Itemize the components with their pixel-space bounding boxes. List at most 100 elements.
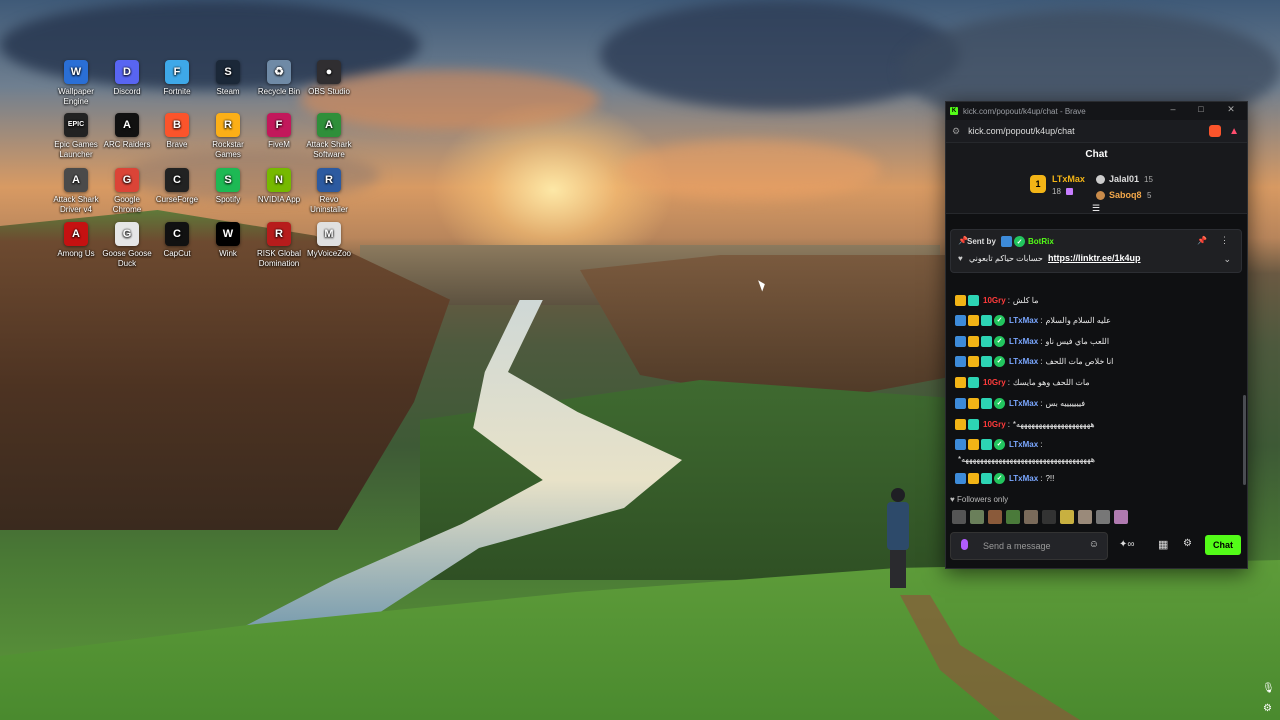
collapse-icon[interactable]: ☰ <box>1092 203 1100 214</box>
desktop-icon-curseforge[interactable]: C CurseForge <box>151 168 203 205</box>
emote-9-icon[interactable] <box>1114 510 1128 524</box>
chat-username[interactable]: LTxMax <box>1009 440 1038 449</box>
emote-6-icon[interactable] <box>1060 510 1074 524</box>
microphone-icon[interactable] <box>961 539 968 550</box>
desktop-icon-google-chrome[interactable]: G Google Chrome <box>101 168 153 215</box>
chat-message[interactable]: ✓ LTxMax: اللعب ماي فيس ناو <box>955 334 1109 348</box>
chat-username[interactable]: LTxMax <box>1009 337 1038 346</box>
desktop-icon-arc-raiders[interactable]: A ARC Raiders <box>101 113 153 150</box>
desktop-icon-obs-studio[interactable]: ● OBS Studio <box>303 60 355 97</box>
chat-message-text: اللعب ماي فيس ناو <box>1045 336 1110 346</box>
chat-message[interactable]: 10Gry: مات اللحف وهو مايسك <box>955 375 1090 389</box>
message-input[interactable]: Send a message <box>983 541 1051 551</box>
desktop-icon-wallpaper-engine[interactable]: W Wallpaper Engine <box>50 60 102 107</box>
chat-username[interactable]: 10Gry <box>983 296 1006 305</box>
verified-badge-icon: ✓ <box>994 314 1005 326</box>
fortnite-icon: F <box>165 60 189 84</box>
expand-chevron-icon[interactable]: ⌄ <box>1223 254 1231 265</box>
desktop-icon-capcut[interactable]: C CapCut <box>151 222 203 259</box>
chat-username[interactable]: LTxMax <box>1009 357 1038 366</box>
rewards-icon[interactable]: ✦∞ <box>1119 539 1135 550</box>
more-options-icon[interactable]: ⋮ <box>1220 235 1229 246</box>
unpin-icon[interactable]: 📌 <box>1197 236 1207 245</box>
emote-8-icon[interactable] <box>1096 510 1110 524</box>
capcut-icon: C <box>165 222 189 246</box>
desktop-icon-fivem[interactable]: F FiveM <box>253 113 305 150</box>
pinned-bot-name[interactable]: BotRix <box>1028 237 1054 246</box>
fivem-icon: F <box>267 113 291 137</box>
leader-third-icon <box>1096 191 1105 200</box>
subscriber-badge-icon <box>981 335 992 347</box>
desktop-icon-brave[interactable]: B Brave <box>151 113 203 150</box>
pinned-text: حسابات حياكم تابعوني <box>969 254 1043 263</box>
discord-icon: D <box>115 60 139 84</box>
emote-4-icon[interactable] <box>1024 510 1038 524</box>
desktop-icon-recycle-bin[interactable]: ♻ Recycle Bin <box>253 60 305 97</box>
emote-heart-icon[interactable] <box>952 510 966 524</box>
chat-username[interactable]: LTxMax <box>1009 399 1038 408</box>
url-text[interactable]: kick.com/popout/k4up/chat <box>968 126 1075 136</box>
message-input-container[interactable]: Send a message ☺ <box>950 532 1108 560</box>
emote-3-icon[interactable] <box>1006 510 1020 524</box>
leader-first-name[interactable]: LTxMax <box>1052 174 1085 184</box>
emote-7-icon[interactable] <box>1078 510 1092 524</box>
chat-username[interactable]: LTxMax <box>1009 474 1038 483</box>
minimize-button[interactable]: – <box>1166 104 1180 114</box>
desktop-icon-label: FiveM <box>268 140 290 149</box>
emote-2-icon[interactable] <box>988 510 1002 524</box>
verified-icon: ✓ <box>1014 236 1025 247</box>
chat-message[interactable]: ✓ LTxMax: فيييييييه بس <box>955 396 1085 410</box>
emote-1-icon[interactable] <box>970 510 984 524</box>
desktop-icon-attack-shark-software[interactable]: A Attack Shark Software <box>303 113 355 160</box>
address-bar[interactable]: ⚙ kick.com/popout/k4up/chat ▲ <box>946 120 1247 143</box>
chat-message[interactable]: 10Gry: ما كلش <box>955 293 1039 307</box>
desktop-icon-wink[interactable]: W Wink <box>202 222 254 259</box>
verified-badge-icon: ✓ <box>994 397 1005 409</box>
chat-username[interactable]: 10Gry <box>983 420 1006 429</box>
desktop-icon-steam[interactable]: S Steam <box>202 60 254 97</box>
mic-tray-icon[interactable]: 🎙 <box>1262 683 1275 694</box>
leader-third-name[interactable]: Saboq8 <box>1109 190 1142 200</box>
desktop-icon-among-us[interactable]: A Among Us <box>50 222 102 259</box>
chat-message[interactable]: ✓ LTxMax: <box>955 437 1045 451</box>
chat-message[interactable]: *هههههههههههههههههههههههههههههههههههه <box>955 452 1095 466</box>
pinned-link[interactable]: https://linktr.ee/1k4up <box>1048 253 1141 263</box>
chat-separator: : <box>1040 336 1043 346</box>
pinned-message: 📌 Sent by ✓ BotRix 📌 ⋮ ♥ حسابات حياكم تا… <box>950 229 1242 273</box>
chat-message[interactable]: ✓ LTxMax: انا خلاص مات اللحف <box>955 354 1113 368</box>
desktop-icon-discord[interactable]: D Discord <box>101 60 153 97</box>
send-chat-button[interactable]: Chat <box>1205 535 1241 555</box>
chat-message[interactable]: ✓ LTxMax: عليه السلام والسلام <box>955 313 1111 327</box>
brave-rewards-icon[interactable]: ▲ <box>1229 126 1239 137</box>
emote-5-icon[interactable] <box>1042 510 1056 524</box>
brave-shields-icon[interactable] <box>1209 125 1221 137</box>
chat-username[interactable]: 10Gry <box>983 378 1006 387</box>
chat-scrollbar[interactable] <box>1243 395 1246 485</box>
desktop-icon-revo-uninstaller[interactable]: R Revo Uninstaller <box>303 168 355 215</box>
desktop-icon-nvidia-app[interactable]: N NVIDIA App <box>253 168 305 205</box>
desktop-icon-rockstar-games[interactable]: R Rockstar Games <box>202 113 254 160</box>
desktop-icon-goose-goose-duck[interactable]: G Goose Goose Duck <box>101 222 153 269</box>
chat-message[interactable]: ✓ LTxMax:?!! <box>955 471 1054 485</box>
desktop-icon-myvoicezoo[interactable]: M MyVoiceZoo <box>303 222 355 259</box>
desktop-icon-fortnite[interactable]: F Fortnite <box>151 60 203 97</box>
desktop-icon-attack-shark-driver-v4[interactable]: A Attack Shark Driver v4 <box>50 168 102 215</box>
desktop-icon-label: Discord <box>113 87 141 96</box>
chat-message-text: فيييييييه بس <box>1045 398 1086 408</box>
tray-settings-icon[interactable]: ⚙ <box>1263 703 1272 714</box>
site-settings-icon[interactable]: ⚙ <box>952 126 960 137</box>
google-chrome-icon: G <box>115 168 139 192</box>
settings-gear-icon[interactable]: ⚙ <box>1183 538 1192 549</box>
close-button[interactable]: ✕ <box>1224 104 1238 115</box>
maximize-button[interactable]: □ <box>1194 104 1208 114</box>
desktop-icon-spotify[interactable]: S Spotify <box>202 168 254 205</box>
emoji-icon[interactable]: ☺ <box>1089 539 1099 550</box>
desktop-icon-epic-games-launcher[interactable]: EPIC Epic Games Launcher <box>50 113 102 160</box>
desktop-icon-risk-global-domination[interactable]: R RISK Global Domination <box>253 222 305 269</box>
chat-message[interactable]: 10Gry: *ههههههههههههههههههههه <box>955 417 1095 431</box>
chat-username[interactable]: LTxMax <box>1009 316 1038 325</box>
desktop-icon-label: ARC Raiders <box>103 140 151 149</box>
desktop-icon-label: MyVoiceZoo <box>306 249 352 258</box>
gift-icon[interactable]: ▦ <box>1158 538 1168 551</box>
leader-second-name[interactable]: Jalal01 <box>1109 174 1139 184</box>
